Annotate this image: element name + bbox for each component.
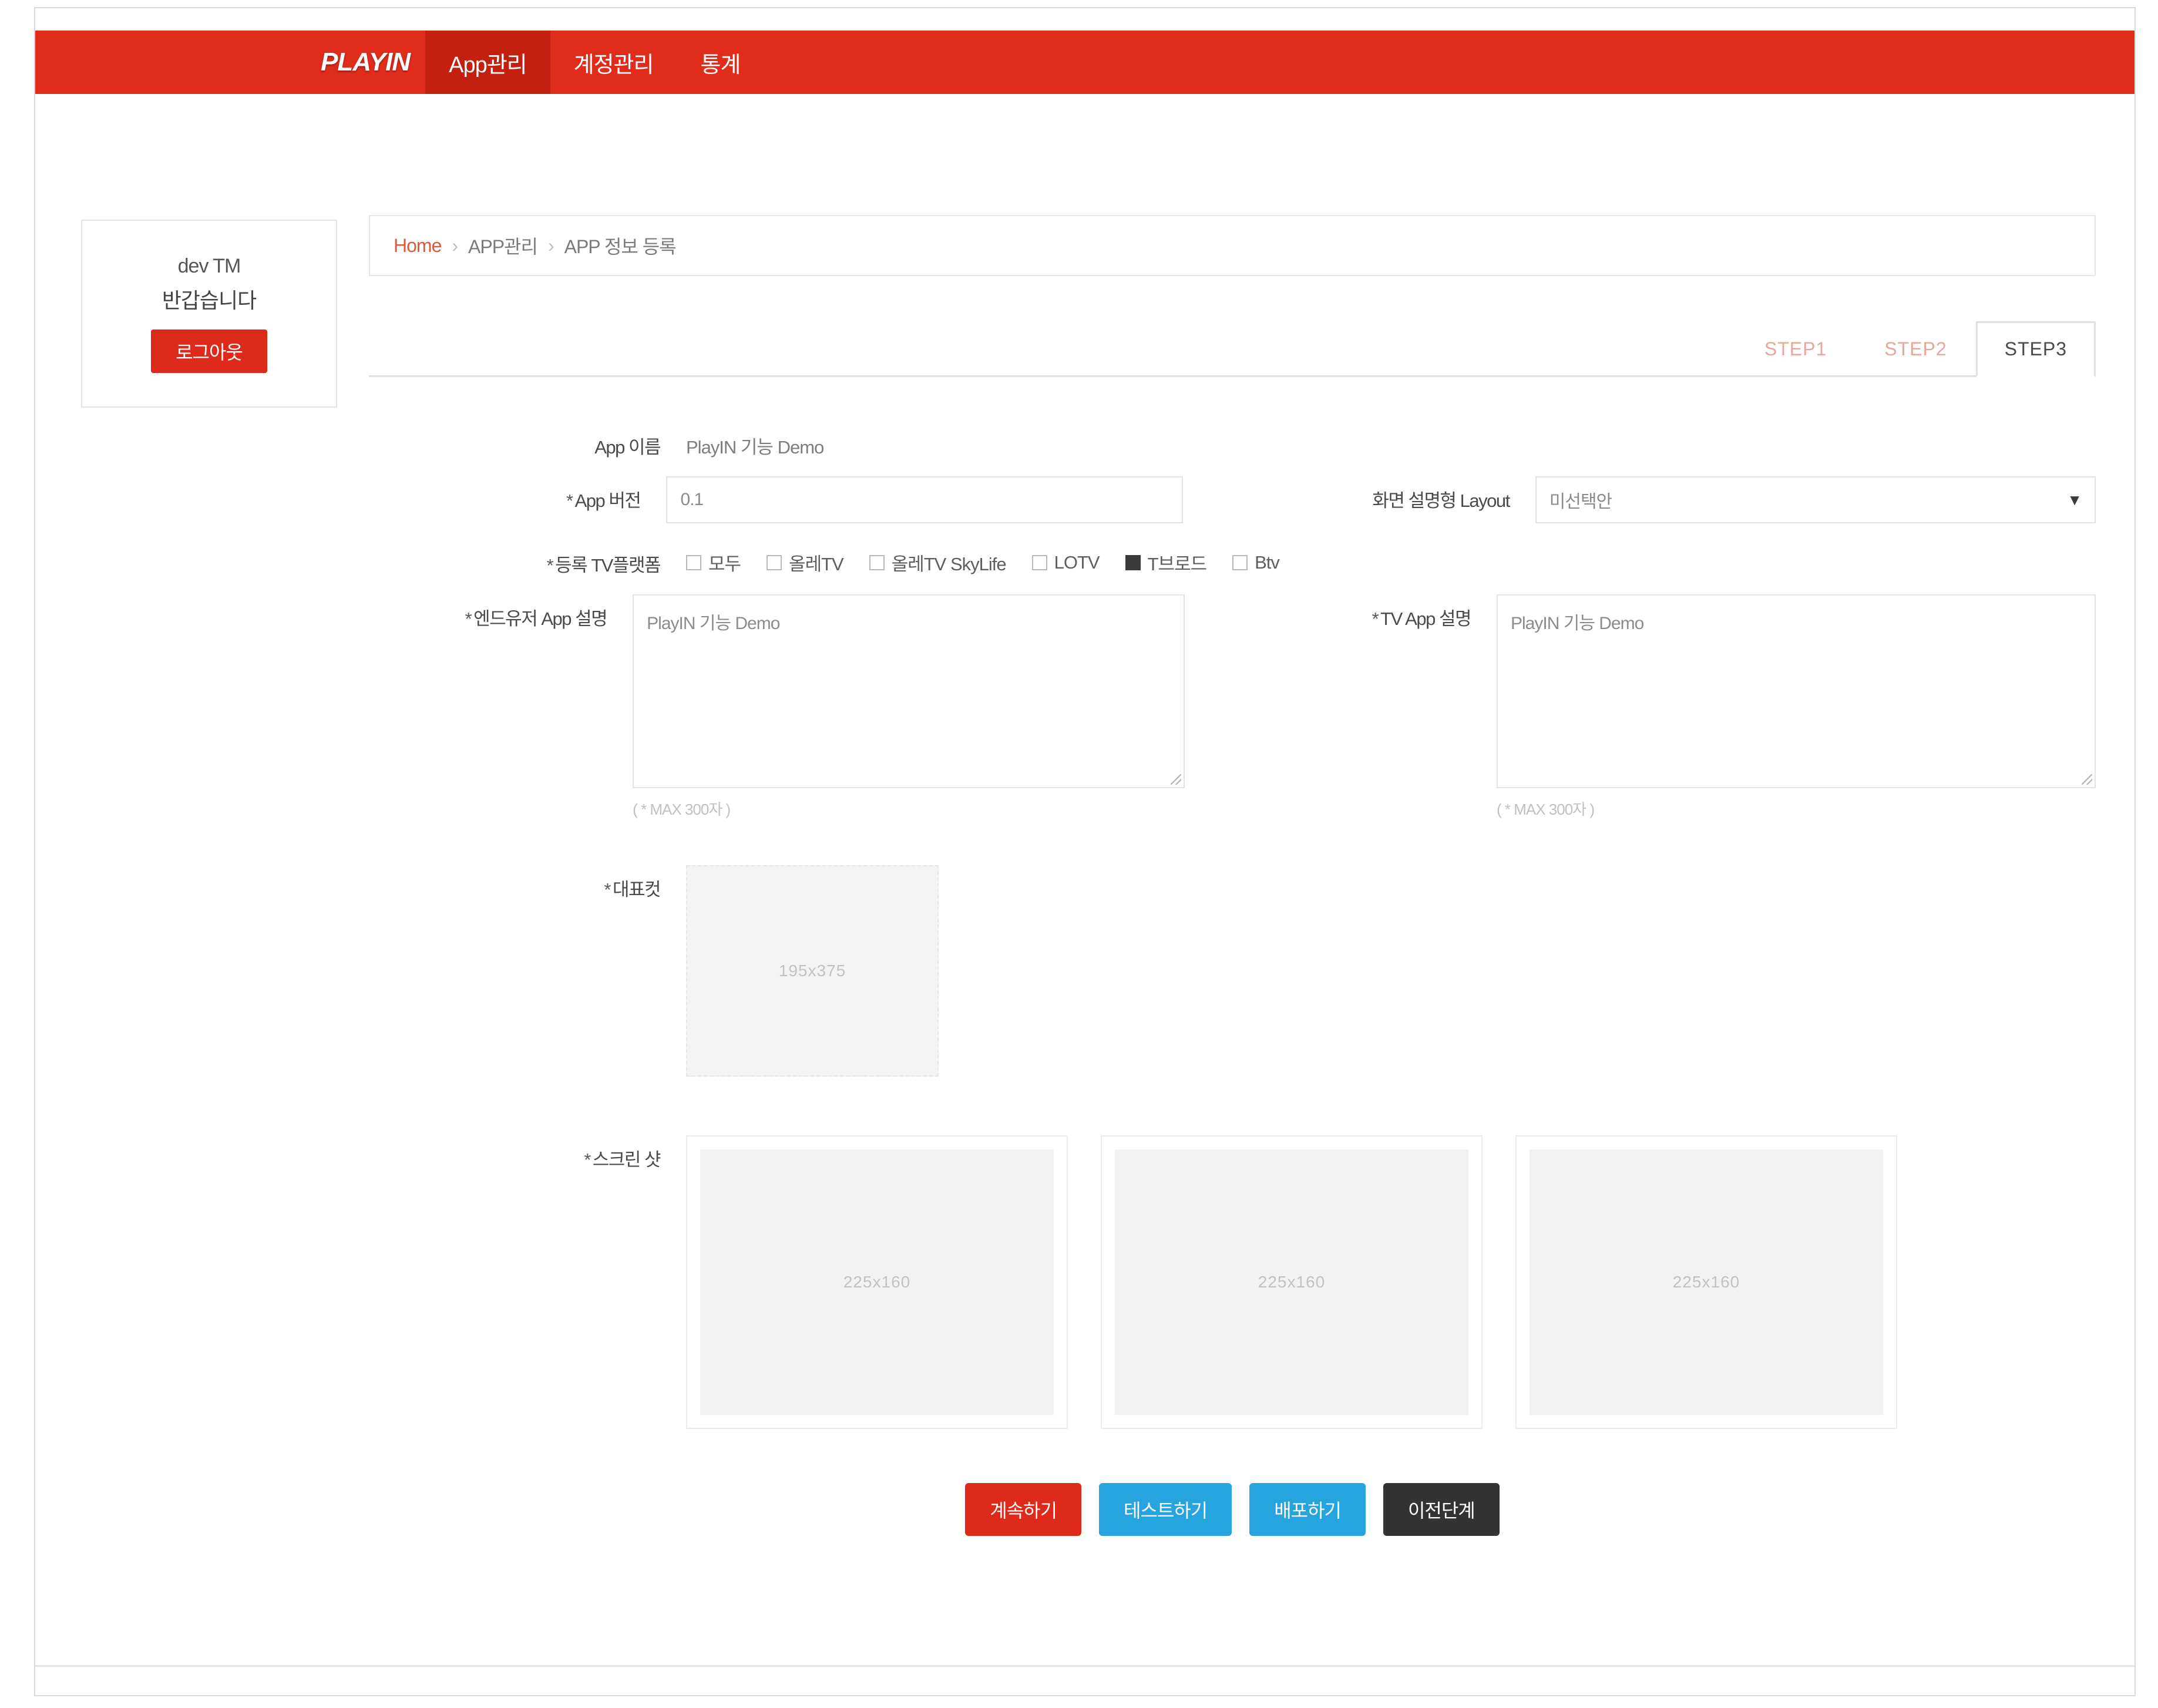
- enduser-description-value: PlayIN 기능 Demo: [647, 614, 780, 633]
- brand-logo[interactable]: PLAYIN: [305, 31, 425, 94]
- required-marker: *: [546, 555, 554, 576]
- logout-button[interactable]: 로그아웃: [151, 329, 267, 373]
- checkbox-btv[interactable]: Btv: [1232, 552, 1280, 573]
- footer-divider: [35, 1665, 2135, 1667]
- checkbox-icon[interactable]: [1031, 554, 1047, 570]
- required-marker: *: [566, 490, 573, 511]
- thumbnail-size-text: 195x375: [778, 961, 846, 980]
- checkbox-label: 모두: [708, 554, 741, 574]
- enduser-description-field: PlayIN 기능 Demo ( * MAX 300자 ): [633, 594, 1185, 819]
- tv-description-field: PlayIN 기능 Demo ( * MAX 300자 ): [1497, 594, 2096, 819]
- app-version-label: * App 버전: [566, 490, 641, 511]
- checkbox-label: LOTV: [1054, 552, 1100, 573]
- deploy-button[interactable]: 배포하기: [1249, 1483, 1366, 1536]
- top-navigation-bar: PLAYIN App관리 계정관리 통계: [35, 31, 2135, 94]
- form-row-descriptions: * 엔드유저 App 설명 PlayIN 기능 Demo ( * MAX 300자…: [369, 594, 2096, 819]
- checkbox-label: Btv: [1255, 552, 1280, 573]
- enduser-description-hint: ( * MAX 300자 ): [633, 801, 731, 818]
- enduser-description-label: * 엔드유저 App 설명: [465, 608, 608, 629]
- form-row-screenshots: * 스크린 샷 225x160 225x160 225x160: [369, 1135, 2096, 1429]
- app-version-input[interactable]: 0.1: [666, 476, 1184, 523]
- previous-step-button[interactable]: 이전단계: [1383, 1483, 1500, 1536]
- test-button[interactable]: 테스트하기: [1099, 1483, 1232, 1536]
- checkbox-icon[interactable]: [686, 554, 701, 570]
- screenshot-list: 225x160 225x160 225x160: [686, 1135, 1897, 1429]
- tv-description-hint: ( * MAX 300자 ): [1497, 801, 1595, 818]
- checkbox-label: 올레TV: [789, 554, 844, 574]
- sidebar-username: dev TM: [177, 254, 241, 277]
- continue-button[interactable]: 계속하기: [965, 1483, 1082, 1536]
- breadcrumb-separator: ›: [452, 234, 458, 256]
- app-info-form: App 이름 PlayIN 기능 Demo * App 버전 0.1 화면 설명형…: [369, 377, 2096, 1536]
- step-tabs: STEP1 STEP2 STEP3: [369, 314, 2096, 377]
- screenshot-slot[interactable]: 225x160: [1515, 1135, 1897, 1429]
- sidebar-greeting: 반갑습니다: [162, 288, 257, 312]
- checkbox-icon[interactable]: [1232, 554, 1248, 570]
- layout-select[interactable]: 미선택안 ▼: [1535, 476, 2096, 523]
- nav-item-account-management[interactable]: 계정관리: [550, 31, 677, 94]
- nav-item-statistics[interactable]: 통계: [677, 31, 764, 94]
- required-marker: *: [584, 1149, 591, 1170]
- app-name-label: App 이름: [594, 437, 661, 458]
- checkbox-olleh-tv-skylife[interactable]: 올레TV SkyLife: [869, 549, 1007, 576]
- resize-handle-icon[interactable]: [1171, 774, 1182, 785]
- tv-platform-checkbox-group: 모두 올레TV 올레TV SkyLife LOTV T브로드 Btv: [686, 541, 1280, 576]
- form-row-tv-platform: * 등록 TV플랫폼 모두 올레TV 올레TV SkyLife LOTV T브로…: [369, 541, 2096, 577]
- app-name-value: PlayIN 기능 Demo: [686, 437, 824, 458]
- checkbox-icon[interactable]: [767, 554, 782, 570]
- breadcrumb: Home › APP관리 › APP 정보 등록: [369, 215, 2096, 276]
- form-row-thumbnail: * 대표컷 195x375: [369, 865, 2096, 1077]
- checkbox-label: T브로드: [1147, 554, 1207, 574]
- checkbox-olleh-tv[interactable]: 올레TV: [767, 549, 844, 576]
- screenshot-label: * 스크린 샷: [584, 1149, 661, 1170]
- checkbox-tbroad[interactable]: T브로드: [1125, 549, 1207, 576]
- layout-select-value: 미선택안: [1549, 492, 1612, 512]
- screenshot-size-text: 225x160: [1530, 1149, 1883, 1415]
- enduser-description-textarea[interactable]: PlayIN 기능 Demo: [633, 594, 1185, 788]
- breadcrumb-separator: ›: [547, 234, 554, 256]
- screenshot-size-text: 225x160: [700, 1149, 1054, 1415]
- screenshot-slot[interactable]: 225x160: [686, 1135, 1068, 1429]
- screenshot-size-text: 225x160: [1115, 1149, 1468, 1415]
- checkbox-lotv[interactable]: LOTV: [1031, 552, 1100, 573]
- required-marker: *: [1372, 608, 1379, 629]
- form-row-app-name: App 이름 PlayIN 기능 Demo: [369, 423, 2096, 459]
- tv-platform-label: * 등록 TV플랫폼: [546, 555, 661, 576]
- sidebar-user-panel: dev TM 반갑습니다 로그아웃: [81, 220, 337, 408]
- thumbnail-upload-placeholder[interactable]: 195x375: [686, 865, 939, 1077]
- nav-item-app-management[interactable]: App관리: [425, 31, 550, 94]
- breadcrumb-home[interactable]: Home: [394, 235, 442, 257]
- breadcrumb-app-management[interactable]: APP관리: [468, 232, 538, 259]
- required-marker: *: [465, 608, 472, 629]
- resize-handle-icon[interactable]: [2082, 774, 2092, 785]
- layout-label: 화면 설명형 Layout: [1372, 490, 1510, 511]
- breadcrumb-current-page: APP 정보 등록: [564, 236, 677, 257]
- form-row-version-layout: * App 버전 0.1 화면 설명형 Layout 미선택안 ▼: [369, 476, 2096, 523]
- app-window: PLAYIN App관리 계정관리 통계 dev TM 반갑습니다 로그아웃 H…: [35, 8, 2135, 1695]
- tv-description-label: * TV App 설명: [1372, 608, 1472, 629]
- checkbox-icon-checked[interactable]: [1125, 554, 1141, 570]
- checkbox-all[interactable]: 모두: [686, 549, 741, 576]
- checkbox-icon[interactable]: [869, 554, 885, 570]
- form-action-buttons: 계속하기 테스트하기 배포하기 이전단계: [369, 1483, 2096, 1536]
- required-marker: *: [604, 879, 611, 900]
- tab-step2[interactable]: STEP2: [1856, 321, 1975, 377]
- chevron-down-icon: ▼: [2067, 490, 2082, 509]
- thumbnail-label: * 대표컷: [604, 879, 661, 900]
- tab-step1[interactable]: STEP1: [1736, 321, 1856, 377]
- tv-description-textarea[interactable]: PlayIN 기능 Demo: [1497, 594, 2096, 788]
- checkbox-label: 올레TV SkyLife: [891, 554, 1007, 574]
- tv-description-value: PlayIN 기능 Demo: [1511, 614, 1644, 633]
- tab-step3[interactable]: STEP3: [1975, 321, 2096, 377]
- main-content: Home › APP관리 › APP 정보 등록 STEP1 STEP2 STE…: [369, 215, 2096, 1559]
- screenshot-slot[interactable]: 225x160: [1101, 1135, 1483, 1429]
